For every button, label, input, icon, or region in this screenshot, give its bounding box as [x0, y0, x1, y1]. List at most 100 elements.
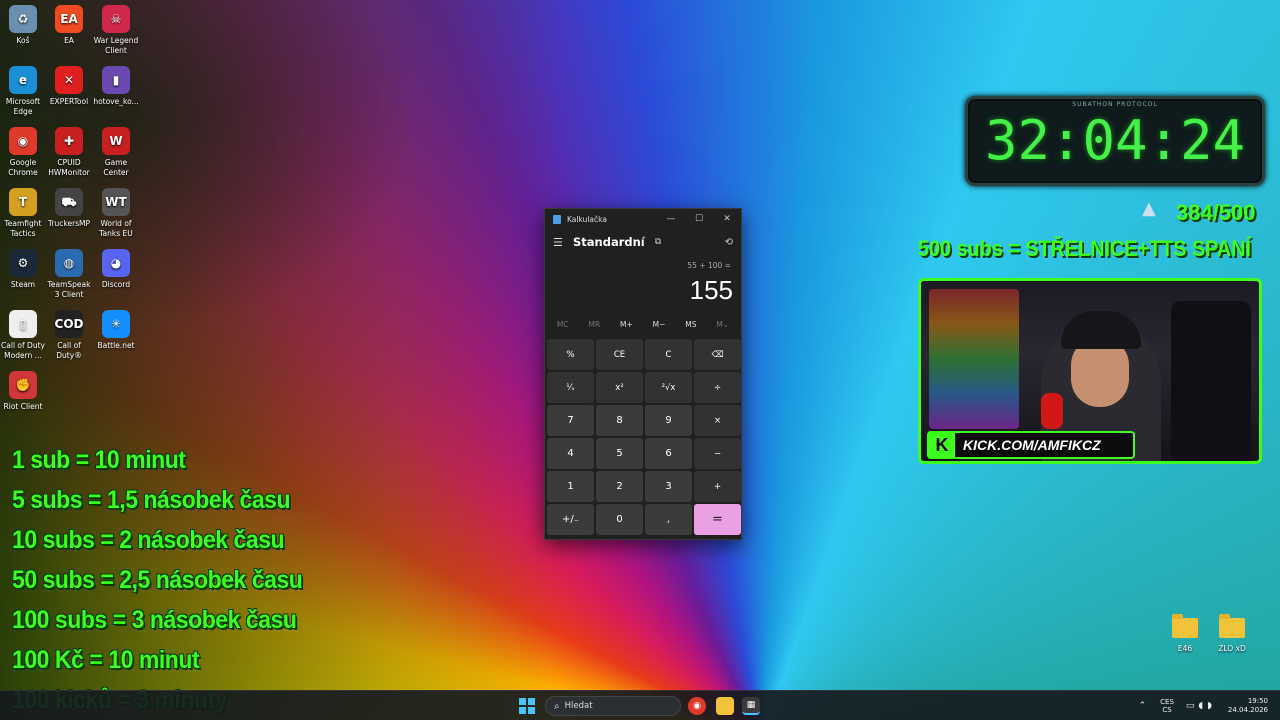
digit-2-button[interactable]: 2: [596, 471, 643, 502]
calculator-window[interactable]: Kalkulačka — ☐ ✕ ☰ Standardní ⧉ ⟲ 55 + 1…: [544, 208, 742, 540]
memory-list-button[interactable]: M⌄: [716, 320, 729, 329]
desktop-icon[interactable]: ⚙ Steam: [0, 249, 46, 290]
multiply-button[interactable]: ×: [694, 405, 741, 436]
desktop-icon[interactable]: COD Call of Duty®: [46, 310, 92, 361]
calculator-titlebar[interactable]: Kalkulačka — ☐ ✕: [545, 209, 741, 229]
taskbar-clock[interactable]: 19:50 24.04.2026: [1228, 697, 1268, 715]
desktop-folder[interactable]: E46: [1160, 614, 1210, 653]
network-volume-battery-icons[interactable]: ▭◖◗: [1186, 701, 1216, 711]
clock-time: 19:50: [1247, 697, 1268, 705]
desktop-icon[interactable]: ⛟ TruckersMP: [46, 188, 92, 229]
digit-7-button[interactable]: 7: [547, 405, 594, 436]
hamburger-menu-icon[interactable]: ☰: [553, 236, 573, 249]
digit-8-button[interactable]: 8: [596, 405, 643, 436]
rule-line: 100 subs = 3 násobek času: [12, 606, 297, 634]
reciprocal-button[interactable]: ¹⁄ₓ: [547, 372, 594, 403]
desktop-icon-label: EXPERTool: [49, 97, 89, 106]
calc-result: 155: [689, 275, 733, 305]
desktop-icon[interactable]: ♻ Koš: [0, 5, 46, 46]
desktop-icon[interactable]: W Game Center: [93, 127, 139, 178]
negate-button[interactable]: +/₋: [547, 504, 594, 535]
desktop-icon[interactable]: ◕ Discord: [93, 249, 139, 290]
calc-expression: 55 + 100 =: [687, 261, 731, 270]
clear-entry-button[interactable]: CE: [596, 339, 643, 370]
desktop-icon-label: Teamfight Tactics: [4, 219, 42, 238]
calculator-taskbar-icon[interactable]: ▦: [742, 697, 760, 715]
digit-6-button[interactable]: 6: [645, 438, 692, 469]
app-icon: ♻: [9, 5, 37, 33]
close-button[interactable]: ✕: [713, 214, 741, 224]
chrome-taskbar-icon[interactable]: ◉: [688, 697, 706, 715]
minimize-button[interactable]: —: [657, 214, 685, 224]
desktop-folder[interactable]: ZLO xD: [1207, 614, 1257, 653]
app-icon: ◕: [102, 249, 130, 277]
rule-line: 100 Kč = 10 minut: [12, 646, 200, 674]
add-button[interactable]: +: [694, 471, 741, 502]
desktop-icon[interactable]: EA EA: [46, 5, 92, 46]
desktop-icon[interactable]: ▯ Call of Duty Modern ...: [0, 310, 46, 361]
digit-1-button[interactable]: 1: [547, 471, 594, 502]
desktop-icon-label: TeamSpeak 3 Client: [47, 280, 91, 299]
percent-button[interactable]: %: [547, 339, 594, 370]
memory-subtract-button[interactable]: M−: [653, 320, 666, 329]
maximize-button[interactable]: ☐: [685, 214, 713, 224]
webcam-overlay: K KICK.COM/AMFIKCZ: [918, 278, 1262, 464]
desktop-icon[interactable]: ✚ CPUID HWMonitor: [46, 127, 92, 178]
desktop-icon-label: Koš: [16, 36, 30, 45]
square-button[interactable]: x²: [596, 372, 643, 403]
desktop-icon[interactable]: ▮ hotove_ko...: [93, 66, 139, 107]
desktop-icon[interactable]: WT World of Tanks EU: [93, 188, 139, 239]
keep-on-top-icon[interactable]: ⧉: [655, 237, 725, 247]
app-icon: ◍: [55, 249, 83, 277]
divide-button[interactable]: ÷: [694, 372, 741, 403]
desktop-icon[interactable]: ☠ War Legend Client: [93, 5, 139, 56]
app-icon: ✕: [55, 66, 83, 94]
app-icon: ◉: [9, 127, 37, 155]
digit-9-button[interactable]: 9: [645, 405, 692, 436]
memory-recall-button[interactable]: MR: [588, 320, 600, 329]
desktop-icon[interactable]: ◍ TeamSpeak 3 Client: [46, 249, 92, 300]
keypad: % CE C ⌫ ¹⁄ₓ x² ²√x ÷ 7 8 9 × 4 5 6− 1 2 3 + +/₋ 0, =: [545, 337, 741, 537]
desktop-icon[interactable]: ◉ Google Chrome: [0, 127, 46, 178]
desktop-icon[interactable]: e Microsoft Edge: [0, 66, 46, 117]
history-icon[interactable]: ⟲: [725, 237, 733, 248]
clear-button[interactable]: C: [645, 339, 692, 370]
desktop-icon[interactable]: ✕ EXPERTool: [46, 66, 92, 107]
kick-url: KICK.COM/AMFIKCZ: [963, 437, 1101, 453]
square-root-button[interactable]: ²√x: [645, 372, 692, 403]
desktop-icon-label: Battle.net: [97, 341, 135, 350]
subtract-button[interactable]: −: [694, 438, 741, 469]
desktop-icon-label: Microsoft Edge: [5, 97, 41, 116]
shark-icon: ▲: [1142, 198, 1156, 219]
file-explorer-taskbar-icon[interactable]: [716, 697, 734, 715]
equals-button[interactable]: =: [694, 504, 741, 535]
clock-date: 24.04.2026: [1227, 706, 1268, 714]
backspace-button[interactable]: ⌫: [694, 339, 741, 370]
taskbar-search[interactable]: ⌕ Hledat: [545, 696, 681, 716]
sub-goal-text: 500 subs = STŘELNICE+TTS SPANÍ: [918, 236, 1252, 261]
folder-label: E46: [1177, 644, 1193, 653]
digit-0-button[interactable]: 0: [596, 504, 643, 535]
app-icon: ▯: [9, 310, 37, 338]
desktop-icon-label: Call of Duty®: [56, 341, 82, 360]
digit-5-button[interactable]: 5: [596, 438, 643, 469]
start-button[interactable]: [519, 698, 535, 714]
digit-4-button[interactable]: 4: [547, 438, 594, 469]
subathon-rules: 1 sub = 10 minut 5 subs = 1,5 násobek ča…: [12, 440, 328, 720]
app-icon: WT: [102, 188, 130, 216]
memory-store-button[interactable]: MS: [685, 320, 696, 329]
sub-count: 384/500: [1176, 200, 1256, 225]
desktop-icon[interactable]: T Teamfight Tactics: [0, 188, 46, 239]
tray-overflow-icon[interactable]: ⌃: [1139, 701, 1147, 711]
digit-3-button[interactable]: 3: [645, 471, 692, 502]
memory-clear-button[interactable]: MC: [557, 320, 569, 329]
desktop-icon[interactable]: ✳ Battle.net: [93, 310, 139, 351]
subathon-timer: SUBATHON PROTOCOL 32:04:24: [965, 96, 1265, 186]
timer-label: SUBATHON PROTOCOL: [1072, 101, 1158, 108]
folder-icon: [1172, 614, 1198, 638]
memory-add-button[interactable]: M+: [620, 320, 633, 329]
language-indicator[interactable]: CES CS: [1160, 698, 1174, 714]
desktop-icon-label: War Legend Client: [93, 36, 139, 55]
decimal-button[interactable]: ,: [645, 504, 692, 535]
desktop-icon[interactable]: ✊ Riot Client: [0, 371, 46, 412]
